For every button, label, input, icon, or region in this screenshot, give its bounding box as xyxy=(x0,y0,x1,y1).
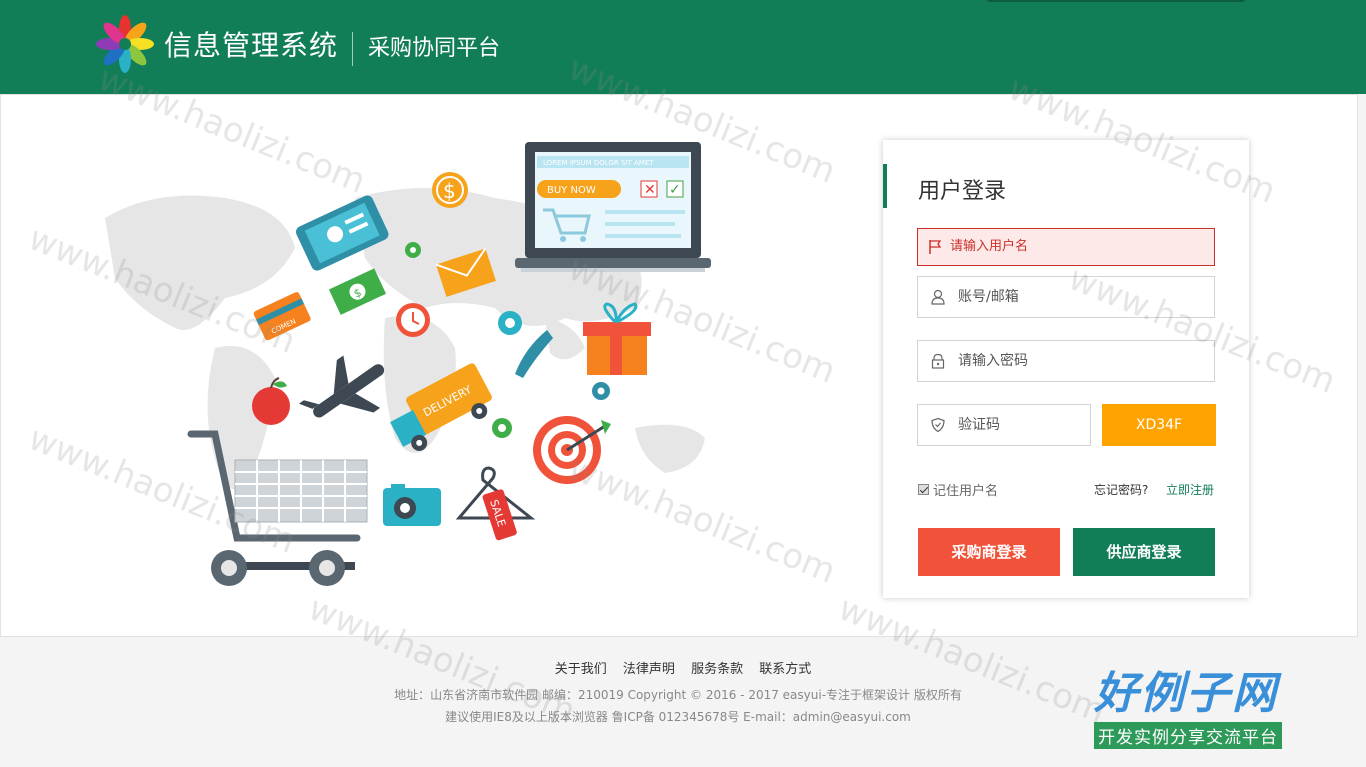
footer-link-legal[interactable]: 法律声明 xyxy=(623,662,675,677)
watermark-brand: 好例子网 开发实例分享交流平台 xyxy=(1094,666,1320,758)
target-icon xyxy=(533,416,611,484)
platform-title: 采购协同平台 xyxy=(368,36,501,61)
telephone-icon xyxy=(515,330,553,378)
shopping-cart-icon xyxy=(187,430,368,586)
svg-text:✕: ✕ xyxy=(644,182,656,198)
footer-link-contact[interactable]: 联系方式 xyxy=(759,662,811,677)
error-message: 请输入用户名 xyxy=(917,228,1215,266)
gear-icon xyxy=(592,382,610,400)
buy-now-text: BUY NOW xyxy=(547,185,596,196)
captcha-field[interactable] xyxy=(917,404,1091,446)
brand-title: 信息管理系统 xyxy=(164,29,339,62)
password-field[interactable] xyxy=(917,340,1215,382)
footer-link-about[interactable]: 关于我们 xyxy=(555,662,607,677)
app-header: 信息管理系统 采购协同平台 xyxy=(0,0,1366,94)
title-accent-bar xyxy=(883,164,887,208)
gear-icon xyxy=(405,242,421,258)
watermark-brand-subtitle: 开发实例分享交流平台 xyxy=(1094,722,1282,749)
remember-username[interactable]: 记住用户名 xyxy=(918,480,998,499)
gear-icon xyxy=(492,418,512,438)
buyer-login-button[interactable]: 采购商登录 xyxy=(918,528,1060,576)
remember-checkbox[interactable] xyxy=(918,484,929,495)
alarm-clock-icon xyxy=(396,303,430,337)
svg-text:✓: ✓ xyxy=(669,182,681,198)
ecommerce-illustration: LOREM IPSUM DOLOR SIT AMET BUY NOW ✕ ✓ $ xyxy=(105,142,711,586)
lock-icon xyxy=(931,353,945,369)
user-icon xyxy=(931,289,945,305)
captcha-image[interactable]: XD34F xyxy=(1102,404,1216,446)
laptop-banner-text: LOREM IPSUM DOLOR SIT AMET xyxy=(543,159,654,167)
password-input[interactable] xyxy=(958,341,1208,381)
flag-icon xyxy=(929,240,942,254)
shield-icon xyxy=(931,417,945,433)
svg-text:$: $ xyxy=(443,179,456,203)
gear-icon xyxy=(498,311,522,335)
sale-tag-icon: SALE xyxy=(455,466,536,541)
camera-icon xyxy=(383,484,441,526)
logo-icon xyxy=(96,15,154,73)
credit-card-icon: COMEN xyxy=(253,292,311,341)
error-text: 请输入用户名 xyxy=(950,239,1029,254)
forgot-password-link[interactable]: 忘记密码? xyxy=(1094,481,1148,498)
banknote-icon: $ xyxy=(328,268,387,315)
login-title: 用户登录 xyxy=(918,179,1007,204)
username-field[interactable] xyxy=(917,276,1215,318)
laptop-icon: LOREM IPSUM DOLOR SIT AMET BUY NOW ✕ ✓ xyxy=(515,142,711,272)
login-card: 用户登录 请输入用户名 XD34F 记住用户名 忘记密码? xyxy=(883,140,1249,598)
footer-link-terms[interactable]: 服务条款 xyxy=(691,662,743,677)
watermark-brand-title: 好例子网 xyxy=(1094,668,1278,719)
coin-icon: $ xyxy=(432,172,468,208)
register-link[interactable]: 立即注册 xyxy=(1166,481,1214,498)
captcha-input[interactable] xyxy=(958,405,1086,445)
header-divider xyxy=(352,32,353,66)
remember-label: 记住用户名 xyxy=(933,484,999,499)
username-input[interactable] xyxy=(958,277,1208,317)
supplier-login-button[interactable]: 供应商登录 xyxy=(1073,528,1215,576)
